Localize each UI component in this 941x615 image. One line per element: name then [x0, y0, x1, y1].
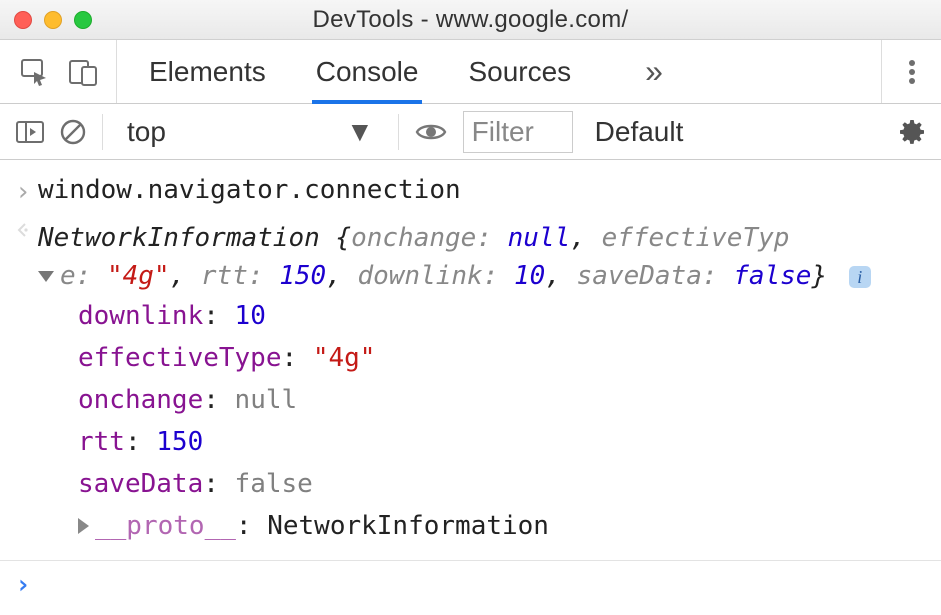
- console-prompt-input[interactable]: [38, 568, 931, 600]
- panel-tabs: Elements Console Sources »: [117, 40, 881, 103]
- expand-toggle-icon[interactable]: [78, 518, 89, 534]
- console-toolbar: top ▼ Default: [0, 104, 941, 160]
- more-tabs-icon: »: [645, 53, 657, 90]
- object-properties: downlink: 10effectiveType: "4g"onchange:…: [38, 296, 931, 548]
- console-output-row: NetworkInformation {onchange: null, effe…: [0, 216, 941, 552]
- log-level-label: Default: [595, 116, 684, 148]
- active-tab-underline: [312, 100, 423, 104]
- object-class-name: NetworkInformation: [38, 223, 320, 253]
- console-body: › window.navigator.connection NetworkInf…: [0, 160, 941, 609]
- zoom-window-button[interactable]: [74, 11, 92, 29]
- tab-elements[interactable]: Elements: [149, 40, 266, 103]
- toolbar-separator: [102, 114, 103, 150]
- prompt-marker-icon: ›: [8, 565, 38, 605]
- tab-label: Sources: [468, 56, 571, 88]
- kebab-icon: [908, 58, 916, 86]
- more-tabs-button[interactable]: »: [645, 40, 657, 103]
- execution-context-selector[interactable]: top ▼: [119, 111, 382, 153]
- toggle-console-sidebar-icon[interactable]: [16, 120, 44, 144]
- object-property[interactable]: onchange: null: [78, 380, 931, 422]
- window-controls: [14, 11, 92, 29]
- title-bar: DevTools - www.google.com/: [0, 0, 941, 40]
- output-marker-icon: [8, 220, 38, 238]
- clear-console-icon[interactable]: [60, 119, 86, 145]
- object-preview[interactable]: NetworkInformation {onchange: null, effe…: [38, 220, 931, 296]
- dropdown-arrow-icon: ▼: [346, 116, 374, 148]
- object-proto[interactable]: __proto__: NetworkInformation: [78, 506, 931, 548]
- object-property[interactable]: saveData: false: [78, 464, 931, 506]
- tab-sources[interactable]: Sources: [468, 40, 571, 103]
- console-output-content[interactable]: NetworkInformation {onchange: null, effe…: [38, 220, 931, 548]
- minimize-window-button[interactable]: [44, 11, 62, 29]
- object-property[interactable]: rtt: 150: [78, 422, 931, 464]
- tab-console[interactable]: Console: [316, 40, 419, 103]
- object-property[interactable]: effectiveType: "4g": [78, 338, 931, 380]
- live-expression-icon[interactable]: [415, 121, 447, 143]
- console-input-text: window.navigator.connection: [38, 172, 931, 210]
- devtools-tabs-bar: Elements Console Sources »: [0, 40, 941, 104]
- log-level-selector[interactable]: Default: [589, 111, 690, 153]
- input-marker-icon: ›: [8, 172, 38, 212]
- devtools-menu-button[interactable]: [881, 40, 941, 103]
- tab-label: Console: [316, 56, 419, 88]
- expand-toggle-icon[interactable]: [38, 271, 54, 282]
- toolbar-separator: [398, 114, 399, 150]
- window-title: DevTools - www.google.com/: [0, 6, 941, 34]
- inspect-element-icon[interactable]: [20, 58, 50, 86]
- info-badge-icon[interactable]: i: [849, 266, 871, 288]
- tab-label: Elements: [149, 56, 266, 88]
- close-window-button[interactable]: [14, 11, 32, 29]
- console-input-row: › window.navigator.connection: [0, 168, 941, 216]
- toggle-device-toolbar-icon[interactable]: [68, 58, 98, 86]
- context-label: top: [127, 116, 166, 148]
- console-settings-icon[interactable]: [897, 117, 927, 147]
- object-property[interactable]: downlink: 10: [78, 296, 931, 338]
- filter-input[interactable]: [463, 111, 573, 153]
- console-prompt-row: ›: [0, 560, 941, 609]
